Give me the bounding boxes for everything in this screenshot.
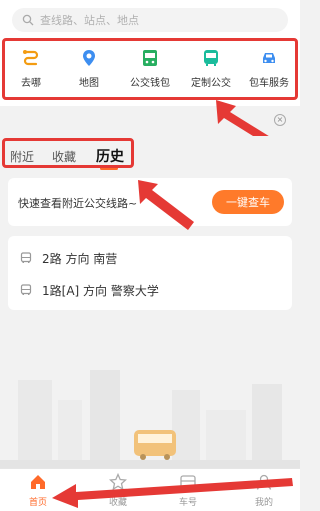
red-arrow-annotation	[52, 478, 293, 508]
route-text: 1路[A] 方向 警察大学	[42, 283, 159, 298]
bus-illustration-icon	[134, 430, 176, 460]
search-bar[interactable]	[12, 8, 288, 32]
city-illustration	[0, 370, 300, 470]
home-icon	[31, 475, 45, 489]
bus-icon	[20, 252, 32, 263]
nav-label: 首页	[28, 498, 47, 508]
check-bus-button[interactable]: 一键查车	[212, 190, 284, 214]
history-list: 2路 方向 南营 1路[A] 方向 警察大学	[8, 236, 292, 310]
nearby-prompt: 快速查看附近公交线路~	[18, 197, 138, 210]
tab-bar: 附近 收藏 历史	[0, 136, 300, 172]
search-section	[0, 0, 300, 36]
red-arrow-annotation	[138, 180, 194, 230]
search-icon	[22, 14, 34, 26]
bus-icon	[20, 284, 32, 295]
list-item[interactable]: 1路[A] 方向 警察大学	[8, 274, 292, 306]
highlight-box	[2, 138, 134, 168]
close-icon[interactable]: ×	[274, 114, 286, 126]
highlight-box	[2, 38, 298, 100]
route-text: 2路 方向 南营	[42, 251, 118, 266]
list-item[interactable]: 2路 方向 南营	[8, 242, 292, 274]
search-input[interactable]	[40, 13, 260, 27]
